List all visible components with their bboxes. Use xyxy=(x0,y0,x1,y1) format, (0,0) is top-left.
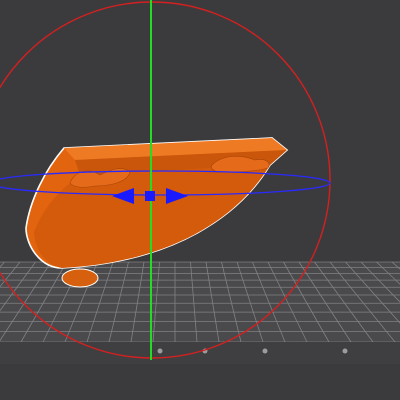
model-foot xyxy=(61,268,99,288)
build-plate xyxy=(0,261,400,364)
build-plate-front-edge xyxy=(0,342,400,364)
move-handle-icon[interactable] xyxy=(145,191,155,201)
scene-canvas[interactable] xyxy=(0,0,400,400)
3d-viewport[interactable] xyxy=(0,0,400,400)
